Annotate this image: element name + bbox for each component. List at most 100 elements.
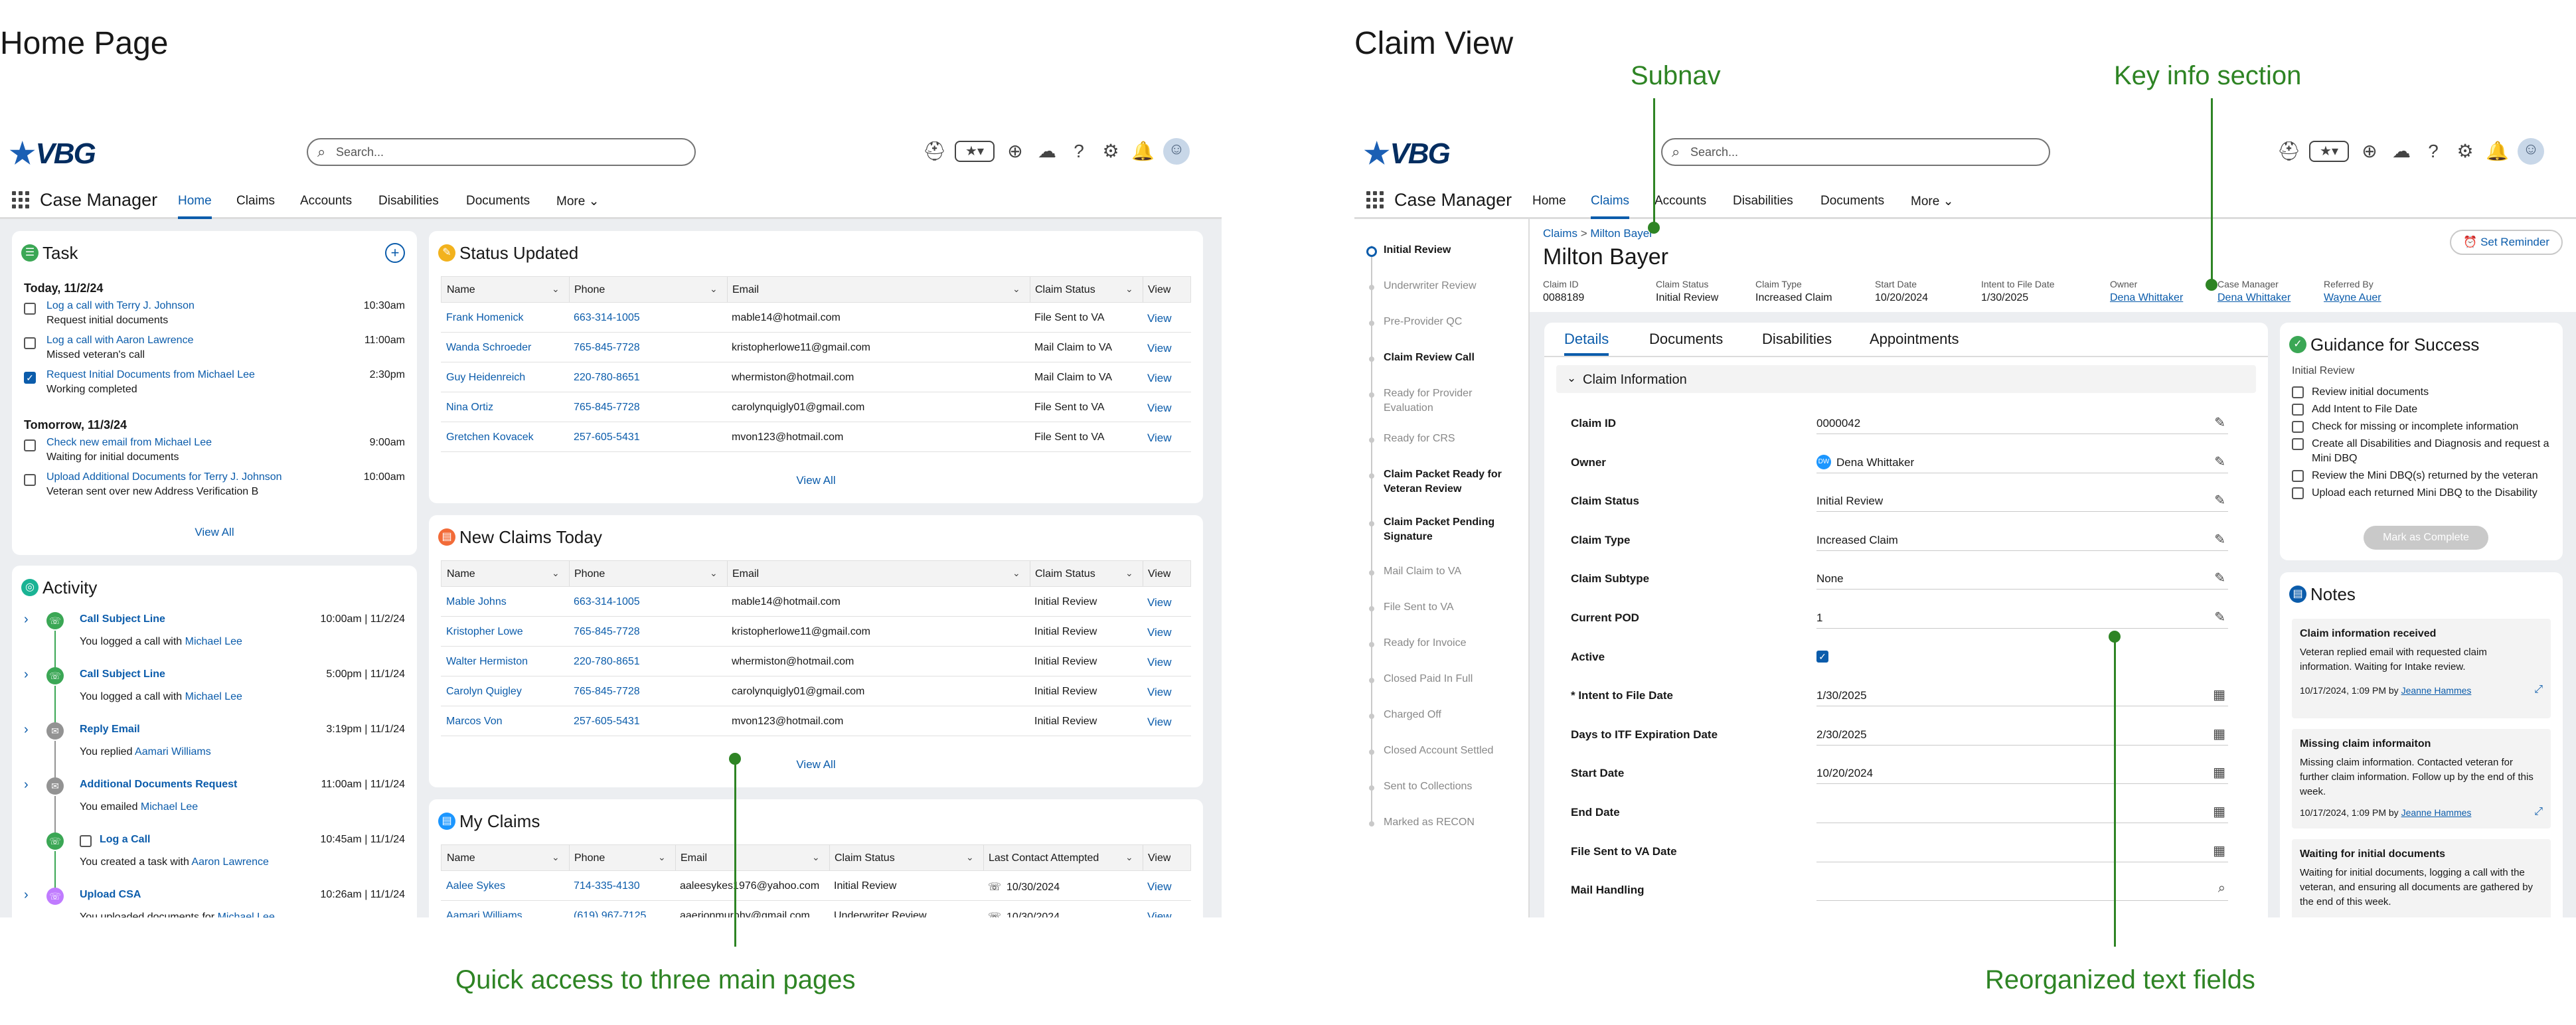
- task-title-link[interactable]: Upload Additional Documents for Terry J.…: [46, 471, 282, 483]
- subnav-item[interactable]: Ready for Invoice: [1384, 636, 1523, 651]
- breadcrumb-claims-link[interactable]: Claims: [1543, 227, 1577, 240]
- expand-icon[interactable]: ⤢: [2534, 916, 2543, 917]
- calendar-icon[interactable]: ▦: [2213, 686, 2225, 703]
- chevron-down-icon[interactable]: ⌄: [658, 852, 666, 863]
- subnav-item[interactable]: Charged Off: [1384, 708, 1523, 722]
- subnav-item[interactable]: Pre-Provider QC: [1384, 315, 1523, 329]
- favorites-icon[interactable]: ★▾: [955, 141, 995, 162]
- chevron-down-icon[interactable]: ⌄: [1012, 568, 1020, 579]
- bell-icon[interactable]: 🔔: [1131, 140, 1155, 163]
- guidance-checkbox[interactable]: [2292, 404, 2304, 416]
- calendar-icon[interactable]: ▦: [2213, 803, 2225, 820]
- subnav-item[interactable]: Claim Review Call: [1384, 351, 1523, 365]
- search-input[interactable]: ⌕ Search...: [1661, 138, 2050, 166]
- view-link[interactable]: View: [1147, 372, 1172, 385]
- chevron-right-icon[interactable]: ›: [24, 667, 29, 682]
- bell-icon[interactable]: 🔔: [2486, 140, 2509, 163]
- table-cell[interactable]: 765-845-7728: [574, 626, 724, 638]
- view-link[interactable]: View: [1147, 686, 1172, 699]
- task-checkbox[interactable]: ✓: [24, 372, 36, 384]
- guidance-checkbox[interactable]: [2292, 487, 2304, 499]
- table-cell[interactable]: 220-780-8651: [574, 656, 724, 668]
- column-header[interactable]: View: [1148, 284, 1170, 296]
- expand-icon[interactable]: ⤢: [2534, 806, 2543, 818]
- activity-person-link[interactable]: Aamari Williams: [135, 746, 211, 757]
- activity-title-link[interactable]: Additional Documents Request: [80, 779, 237, 791]
- table-cell[interactable]: 220-780-8651: [574, 372, 724, 384]
- chevron-down-icon[interactable]: ⌄: [1125, 852, 1133, 863]
- column-header[interactable]: View: [1148, 568, 1170, 580]
- table-cell[interactable]: Aalee Sykes: [446, 880, 566, 892]
- column-header[interactable]: Email: [732, 284, 759, 296]
- chevron-down-icon[interactable]: ⌄: [966, 852, 974, 863]
- field-input[interactable]: None ✎: [1816, 566, 2228, 590]
- column-header[interactable]: Last Contact Attempted: [989, 852, 1099, 864]
- tab-disabilities[interactable]: Disabilities: [1733, 194, 1793, 219]
- column-header[interactable]: Claim Status: [1035, 284, 1095, 296]
- gear-icon[interactable]: ⚙: [1099, 140, 1122, 163]
- new-claims-view-all-link[interactable]: View All: [429, 758, 1203, 771]
- column-header[interactable]: Claim Status: [835, 852, 895, 864]
- view-link[interactable]: View: [1147, 402, 1172, 415]
- column-header[interactable]: Phone: [574, 568, 605, 580]
- activity-person-link[interactable]: Michael Lee: [185, 691, 242, 702]
- calendar-icon[interactable]: ▦: [2213, 842, 2225, 859]
- app-launcher-icon[interactable]: [1366, 191, 1384, 208]
- subnav-item[interactable]: Sent to Collections: [1384, 779, 1523, 794]
- subnav-item[interactable]: Closed Account Settled: [1384, 744, 1523, 758]
- agent-icon[interactable]: ⛑: [2277, 140, 2301, 163]
- chevron-right-icon[interactable]: ›: [24, 612, 29, 627]
- tab-more[interactable]: More ⌄: [556, 194, 600, 219]
- column-header[interactable]: Name: [447, 568, 475, 580]
- edit-pencil-icon[interactable]: ✎: [2214, 414, 2225, 431]
- column-header[interactable]: Name: [447, 852, 475, 864]
- field-input[interactable]: 2/30/2025 ▦: [1816, 722, 2228, 746]
- column-header[interactable]: Email: [681, 852, 707, 864]
- table-cell[interactable]: 663-314-1005: [574, 312, 724, 324]
- table-cell[interactable]: Gretchen Kovacek: [446, 432, 566, 443]
- table-cell[interactable]: 714-335-4130: [574, 880, 672, 892]
- field-input[interactable]: 1/30/2025 ▦: [1816, 682, 2228, 707]
- table-cell[interactable]: Marcos Von: [446, 716, 566, 728]
- view-link[interactable]: View: [1147, 910, 1172, 917]
- field-input[interactable]: DW Dena Whittaker ✎: [1816, 449, 2228, 473]
- task-checkbox[interactable]: [24, 303, 36, 315]
- chevron-down-icon[interactable]: ⌄: [1012, 283, 1020, 295]
- chevron-down-icon[interactable]: ⌄: [552, 568, 560, 579]
- view-link[interactable]: View: [1147, 312, 1172, 325]
- calendar-icon[interactable]: ▦: [2213, 764, 2225, 781]
- tab-documents[interactable]: Documents: [1649, 323, 1723, 356]
- field-input[interactable]: ⌕: [1816, 877, 2228, 902]
- field-input[interactable]: [1816, 916, 2228, 917]
- key-info-link[interactable]: Dena Whittaker: [2217, 292, 2291, 304]
- task-checkbox[interactable]: [24, 474, 36, 486]
- edit-pencil-icon[interactable]: ✎: [2214, 453, 2225, 470]
- activity-person-link[interactable]: Aaron Lawrence: [191, 856, 269, 868]
- chevron-right-icon[interactable]: ›: [24, 888, 29, 903]
- view-link[interactable]: View: [1147, 342, 1172, 355]
- subnav-item[interactable]: Ready for Provider Evaluation: [1384, 386, 1523, 416]
- subnav-item[interactable]: Marked as RECON: [1384, 815, 1523, 830]
- subnav-item[interactable]: Underwriter Review: [1384, 279, 1523, 293]
- tab-accounts[interactable]: Accounts: [1654, 194, 1706, 219]
- chevron-right-icon[interactable]: ›: [24, 777, 29, 793]
- cloud-icon[interactable]: ☁: [1036, 140, 1058, 163]
- app-launcher-icon[interactable]: [12, 191, 29, 208]
- tab-documents[interactable]: Documents: [466, 194, 530, 219]
- tab-documents[interactable]: Documents: [1820, 194, 1884, 219]
- tab-disabilities[interactable]: Disabilities: [378, 194, 439, 219]
- table-cell[interactable]: Nina Ortiz: [446, 402, 566, 414]
- activity-person-link[interactable]: Michael Lee: [141, 801, 198, 813]
- field-input[interactable]: Increased Claim ✎: [1816, 527, 2228, 551]
- key-info-link[interactable]: Dena Whittaker: [2110, 292, 2183, 304]
- key-info-link[interactable]: Wayne Auer: [2324, 292, 2381, 304]
- cloud-icon[interactable]: ☁: [2390, 140, 2413, 163]
- table-cell[interactable]: Frank Homenick: [446, 312, 566, 324]
- table-cell[interactable]: Kristopher Lowe: [446, 626, 566, 638]
- note-author-link[interactable]: Jeanne Hammes: [2401, 685, 2472, 696]
- guidance-checkbox[interactable]: [2292, 438, 2304, 450]
- activity-person-link[interactable]: Michael Lee: [185, 636, 242, 647]
- activity-person-link[interactable]: Michael Lee: [218, 911, 275, 917]
- field-input[interactable]: ▦: [1816, 799, 2228, 823]
- guidance-checkbox[interactable]: [2292, 386, 2304, 398]
